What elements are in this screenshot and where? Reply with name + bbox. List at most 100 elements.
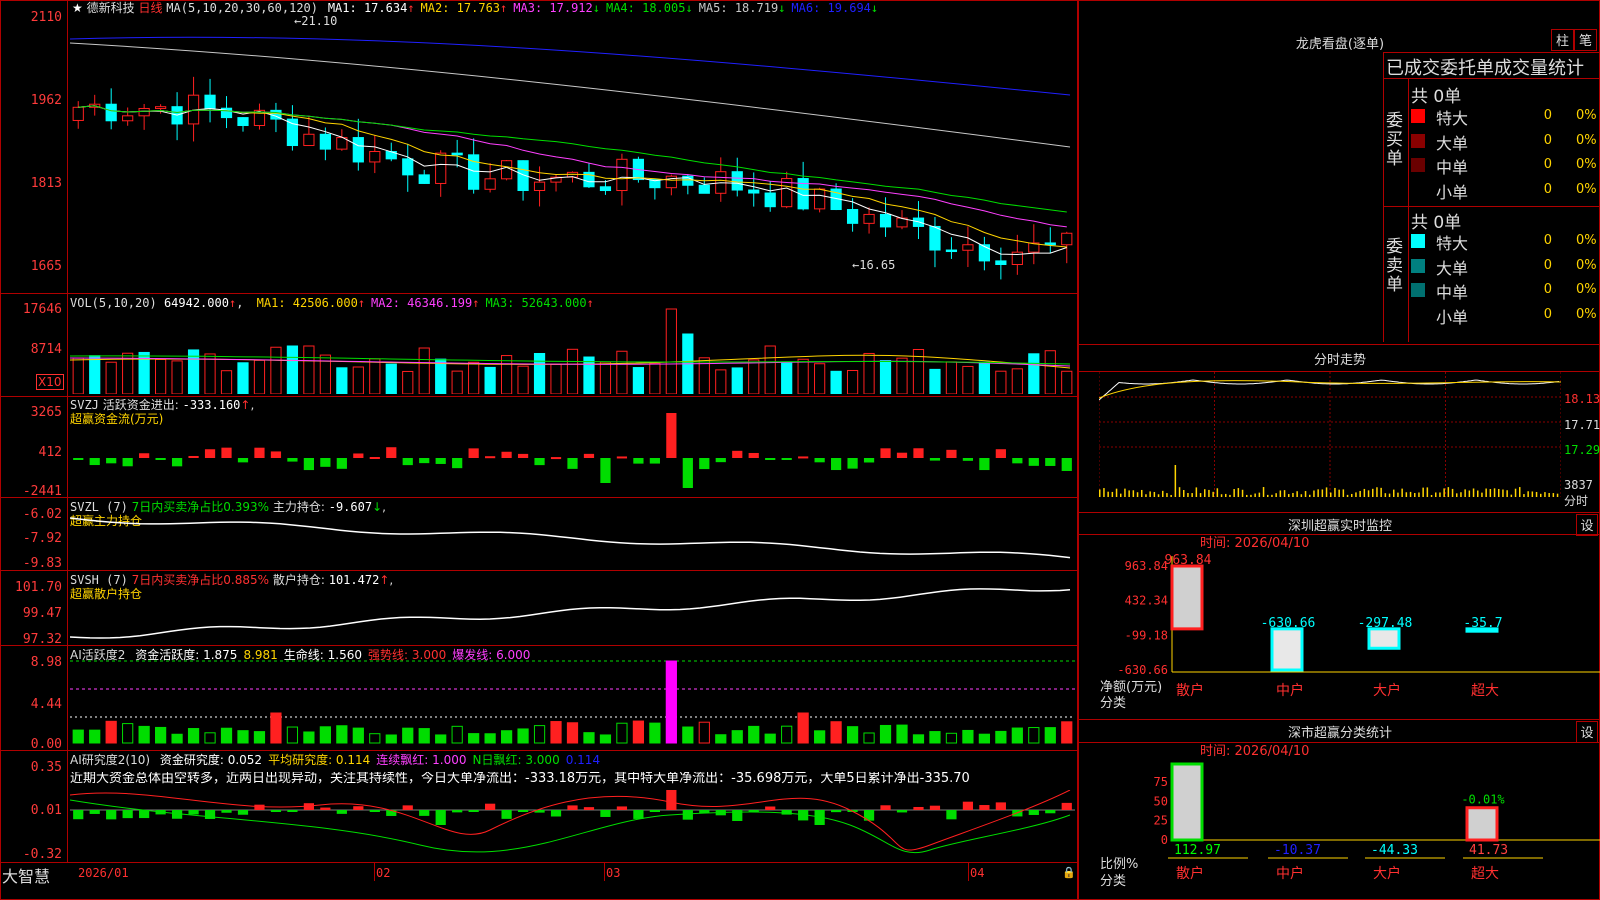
bar-view-button[interactable]: 柱 <box>1551 29 1574 51</box>
candle <box>764 192 776 208</box>
intraday-volume-bar <box>1531 491 1534 497</box>
flow-bar <box>913 448 924 458</box>
ma5-line <box>70 42 1071 148</box>
pen-view-button[interactable]: 笔 <box>1574 29 1597 51</box>
intraday-volume-bar <box>1317 489 1319 497</box>
intraday-volume-bar <box>1388 493 1391 497</box>
activity-bar <box>814 730 826 744</box>
volume-bar <box>731 367 743 394</box>
classify-category: 大户 <box>1373 865 1401 882</box>
activity-bar <box>385 734 397 744</box>
research-bar <box>369 810 380 812</box>
research-bar <box>600 810 611 817</box>
candle <box>237 117 249 127</box>
price-tick: 2110 <box>30 10 62 25</box>
candle <box>352 137 364 163</box>
candle <box>616 158 628 192</box>
intraday-volume-bar <box>1460 492 1462 497</box>
monitor-tick: 432.34 <box>1125 594 1168 608</box>
svzj-chart[interactable] <box>70 400 1075 496</box>
price-tick: 1665 <box>30 259 62 274</box>
flow-bar <box>369 457 380 460</box>
tab-done[interactable]: 已成交 <box>1386 54 1440 80</box>
tab-order-stats[interactable]: 委托单成交量统计 <box>1440 54 1584 80</box>
research-bar <box>237 810 249 815</box>
buy-orders-label: 委买单 <box>1386 111 1403 169</box>
intraday-volume-bar <box>1187 493 1189 497</box>
svzl-tick: -9.83 <box>22 556 62 571</box>
ai-activity-chart[interactable] <box>70 655 1075 749</box>
intraday-volume-bar <box>1544 492 1546 497</box>
intraday-volume-bar <box>1208 489 1210 497</box>
flow-bar <box>204 449 216 458</box>
volume-bar <box>814 363 826 394</box>
candle <box>369 151 381 163</box>
activity-bar <box>303 731 315 744</box>
classify-tick: 75 <box>1154 775 1168 789</box>
activity-bar <box>830 721 842 744</box>
intraday-volume-bar <box>1128 490 1130 497</box>
intraday-volume-bar <box>1254 493 1256 497</box>
volume-chart[interactable] <box>70 300 1075 394</box>
research-bar <box>550 810 562 817</box>
intraday-volume-bar <box>1359 490 1361 497</box>
candle <box>155 106 167 109</box>
low-marker: ←16.65 <box>852 258 896 272</box>
activity-bar <box>566 722 579 744</box>
candlestick-chart[interactable] <box>70 15 1075 280</box>
activity-bar <box>1044 727 1056 744</box>
flow-bar <box>89 458 100 466</box>
classify-settings-button[interactable]: 设 <box>1576 721 1598 743</box>
monitor-bar-chart[interactable]: 963.84 432.34 -99.18 -630.66 963.84 散户 -630.66… <box>1100 550 1600 718</box>
intraday-chart[interactable] <box>1099 372 1561 509</box>
research-bar <box>633 810 644 819</box>
intraday-volume-bar <box>1229 494 1231 497</box>
activity-bar <box>599 734 612 744</box>
ma-header: ★ 德新科技 日线 MA(5,10,20,30,60,120) MA1: 17.… <box>72 1 878 15</box>
classify-bottom-value: 112.97 <box>1174 843 1221 858</box>
ma-value: MA3: 17.912↓ <box>513 1 600 15</box>
volume-bar <box>352 366 364 394</box>
order-row-count: 0 <box>1543 282 1552 297</box>
research-bar <box>583 807 595 810</box>
svsh-chart[interactable] <box>70 573 1075 643</box>
order-row-label: 特大 <box>1436 109 1469 128</box>
monitor-settings-button[interactable]: 设 <box>1576 514 1598 536</box>
research-bar <box>995 802 1006 810</box>
flow-bar <box>237 458 249 463</box>
ai-research-chart[interactable] <box>70 790 1075 860</box>
intraday-volume-bar <box>1540 493 1542 497</box>
flow-bar <box>1012 458 1023 464</box>
volume-bar <box>764 345 776 394</box>
activity-bar <box>616 722 628 744</box>
intraday-volume-bar <box>1145 494 1147 497</box>
intraday-volume-bar <box>1170 494 1172 497</box>
intraday-volume-bar <box>1552 493 1555 497</box>
activity-bar <box>402 727 414 744</box>
activity-bar <box>418 728 430 744</box>
intraday-volume-bar <box>1262 487 1265 497</box>
classify-bar-chart[interactable]: 75 50 25 0 112.97 散户 -10.37 中户 -44.33 大户 -0.01% 41.… <box>1100 760 1600 900</box>
classify-category: 超大 <box>1471 866 1499 882</box>
volume-bar <box>879 360 892 394</box>
volume-bar <box>945 361 958 394</box>
intraday-volume-bar <box>1241 489 1244 497</box>
monitor-bar <box>1170 564 1204 631</box>
svzl-chart[interactable] <box>70 500 1075 568</box>
intraday-volume-bar <box>1216 488 1219 497</box>
activity-bar <box>122 723 134 744</box>
volume-bar <box>286 345 299 394</box>
candle <box>814 188 826 210</box>
flow-bar <box>320 458 331 467</box>
volume-bar <box>72 357 84 394</box>
order-row-percent: 0% <box>1576 257 1597 273</box>
intraday-volume-bar <box>1237 488 1240 497</box>
classify-bottom-value: -44.33 <box>1371 843 1418 858</box>
intraday-volume-bar <box>1535 491 1538 497</box>
order-row-label: 小单 <box>1436 307 1469 327</box>
ai-tick: 0.00 <box>30 737 62 752</box>
order-row-percent: 0% <box>1576 132 1597 148</box>
ma-value: MA1: 17.634↑ <box>327 1 415 15</box>
period-label[interactable]: 日线 <box>138 1 162 15</box>
activity-bar <box>451 725 463 744</box>
